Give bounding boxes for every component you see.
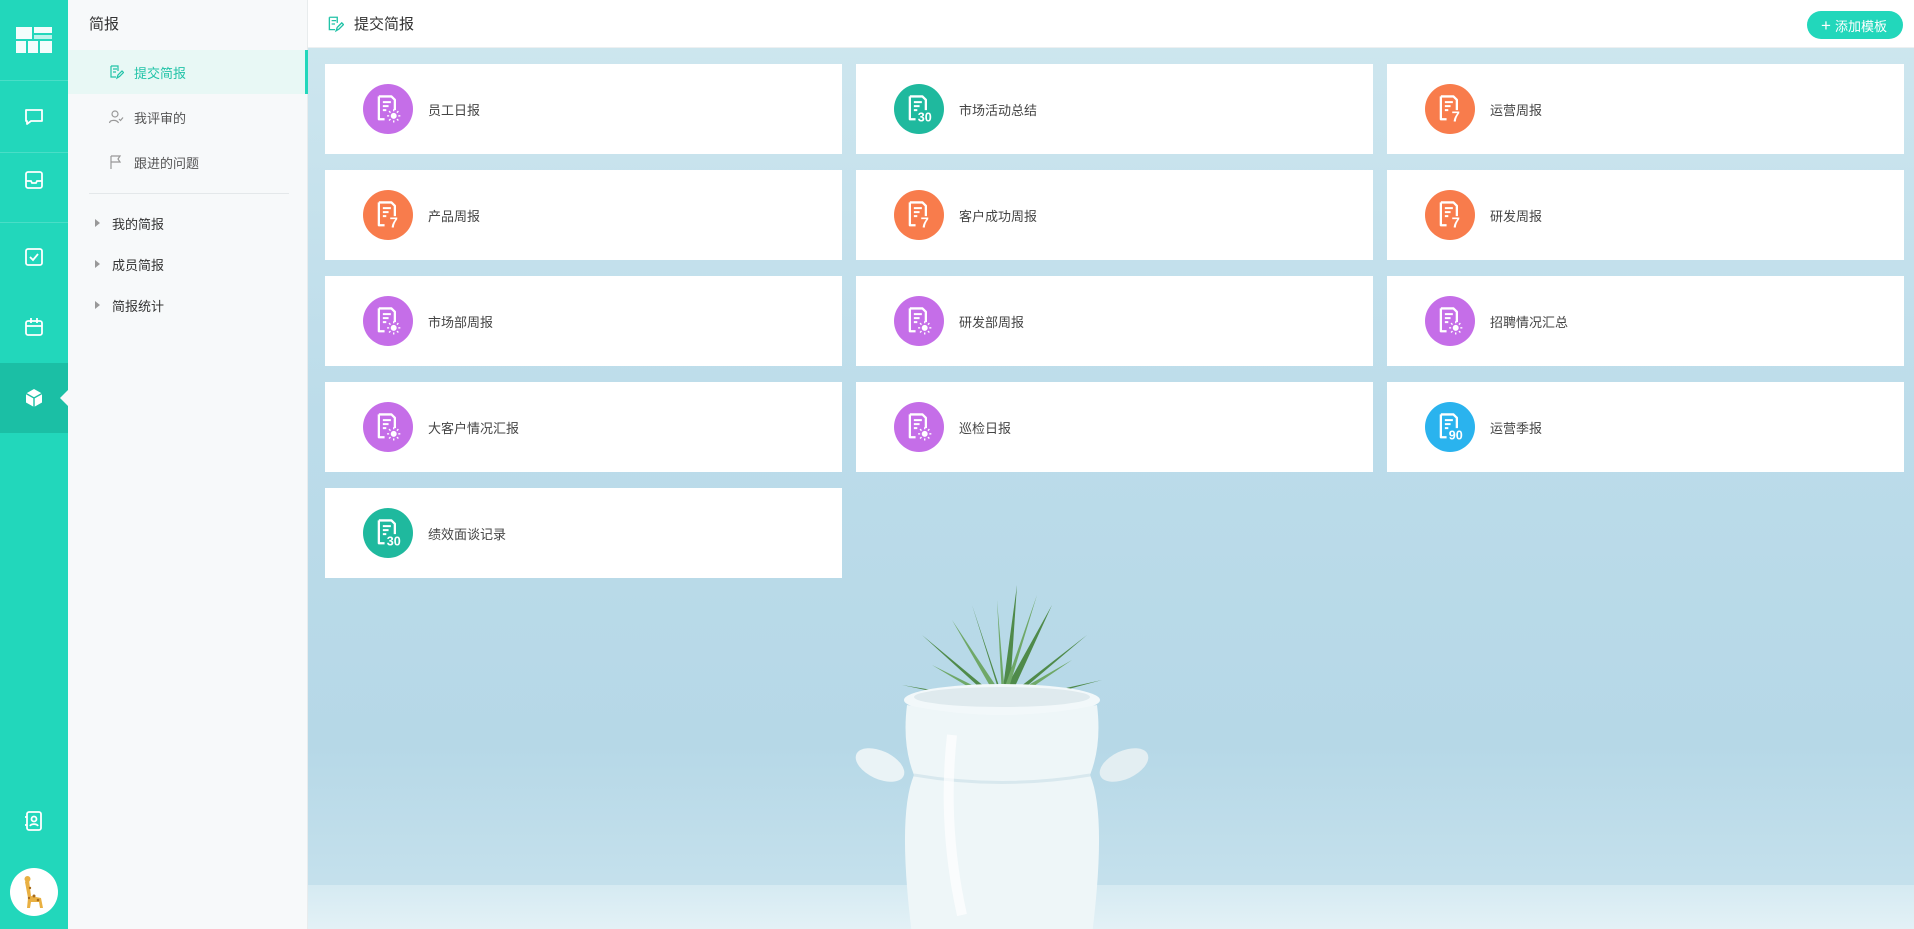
template-card-label: 招聘情况汇总 bbox=[1490, 315, 1569, 331]
template-card-label: 研发部周报 bbox=[959, 315, 1025, 331]
svg-text:7: 7 bbox=[1452, 216, 1460, 231]
page-title: 提交简报 bbox=[354, 15, 415, 33]
flag-icon bbox=[110, 155, 122, 169]
report-template-icon bbox=[1425, 296, 1475, 346]
chat-bubble-icon bbox=[25, 109, 43, 125]
report-template-icon bbox=[363, 296, 413, 346]
edit-doc-icon bbox=[328, 16, 344, 32]
report-template-icon: 7 bbox=[1425, 190, 1475, 240]
template-card[interactable]: 招聘情况汇总 bbox=[1387, 276, 1904, 366]
sidebar-item-submit[interactable]: 提交简报 bbox=[68, 50, 308, 94]
template-card[interactable]: 7 研发周报 bbox=[1387, 170, 1904, 260]
secondary-sidebar: 简报 提交简报 我评审的 跟进的问题 我的简报 成员简报 简报统计 bbox=[68, 0, 308, 929]
template-card[interactable]: 大客户情况汇报 bbox=[325, 382, 842, 472]
template-card-label: 客户成功周报 bbox=[959, 209, 1038, 225]
giraffe-avatar-icon bbox=[24, 876, 43, 908]
template-card-label: 市场部周报 bbox=[428, 315, 494, 331]
main-area: 提交简报 + 添加模板 员工日报 30 市场活动总结 7 运营周报 7 产品周报 7 客户成功周… bbox=[308, 0, 1914, 929]
template-card-label: 产品周报 bbox=[428, 209, 481, 225]
template-card[interactable]: 30 市场活动总结 bbox=[856, 64, 1373, 154]
report-template-icon bbox=[894, 402, 944, 452]
rail-chat[interactable] bbox=[0, 82, 68, 152]
template-card-label: 巡检日报 bbox=[959, 421, 1012, 437]
template-card[interactable]: 90 运营季报 bbox=[1387, 382, 1904, 472]
app-rail bbox=[0, 0, 68, 929]
caret-right-icon bbox=[95, 219, 100, 227]
contacts-icon bbox=[25, 811, 42, 831]
template-card[interactable]: 市场部周报 bbox=[325, 276, 842, 366]
plus-icon: + bbox=[1821, 15, 1831, 35]
template-card[interactable]: 30 绩效面谈记录 bbox=[325, 488, 842, 578]
sidebar-group-my-reports[interactable]: 我的简报 bbox=[68, 203, 308, 243]
rail-contacts[interactable] bbox=[0, 786, 68, 856]
report-template-icon: 7 bbox=[894, 190, 944, 240]
template-card-label: 市场活动总结 bbox=[959, 103, 1038, 119]
svg-text:7: 7 bbox=[921, 216, 929, 231]
check-square-icon bbox=[25, 248, 43, 266]
template-card-label: 研发周报 bbox=[1490, 209, 1543, 225]
sidebar-group-label: 我的简报 bbox=[112, 217, 165, 233]
svg-text:7: 7 bbox=[1452, 110, 1460, 125]
avatar[interactable] bbox=[10, 868, 58, 916]
sidebar-group-label: 简报统计 bbox=[112, 299, 165, 315]
svg-text:30: 30 bbox=[387, 535, 401, 549]
template-card-label: 大客户情况汇报 bbox=[428, 421, 520, 437]
rail-reports[interactable] bbox=[0, 363, 68, 433]
report-template-icon: 7 bbox=[363, 190, 413, 240]
sidebar-group-label: 成员简报 bbox=[112, 258, 165, 274]
template-card[interactable]: 员工日报 bbox=[325, 64, 842, 154]
sidebar-title: 简报 bbox=[89, 15, 120, 33]
rail-tasks[interactable] bbox=[0, 222, 68, 292]
report-template-icon bbox=[363, 84, 413, 134]
user-review-icon bbox=[108, 110, 124, 124]
inbox-icon bbox=[25, 171, 43, 189]
sidebar-item-label: 跟进的问题 bbox=[134, 156, 200, 172]
calendar-icon bbox=[25, 318, 43, 336]
report-template-icon: 30 bbox=[894, 84, 944, 134]
sidebar-divider bbox=[89, 193, 289, 194]
template-card-label: 运营季报 bbox=[1490, 421, 1543, 437]
template-card[interactable]: 7 运营周报 bbox=[1387, 64, 1904, 154]
svg-text:30: 30 bbox=[918, 111, 932, 125]
sidebar-item-reviewed[interactable]: 我评审的 bbox=[68, 95, 308, 139]
plant-pot-decoration-icon bbox=[855, 585, 1149, 929]
template-card[interactable]: 7 客户成功周报 bbox=[856, 170, 1373, 260]
sidebar-item-label: 提交简报 bbox=[134, 66, 187, 82]
template-card-label: 运营周报 bbox=[1490, 103, 1543, 119]
svg-text:7: 7 bbox=[390, 216, 398, 231]
add-template-label: 添加模板 bbox=[1834, 18, 1887, 34]
report-template-icon: 90 bbox=[1425, 402, 1475, 452]
sidebar-item-followed[interactable]: 跟进的问题 bbox=[68, 140, 308, 184]
caret-right-icon bbox=[95, 301, 100, 309]
sidebar-group-report-stats[interactable]: 简报统计 bbox=[68, 285, 308, 325]
report-template-icon bbox=[363, 402, 413, 452]
app-logo-icon[interactable] bbox=[0, 0, 68, 80]
template-card[interactable]: 7 产品周报 bbox=[325, 170, 842, 260]
cube-icon bbox=[25, 389, 43, 407]
template-card-label: 员工日报 bbox=[428, 103, 481, 119]
sidebar-group-member-reports[interactable]: 成员简报 bbox=[68, 244, 308, 284]
rail-calendar[interactable] bbox=[0, 292, 68, 362]
svg-text:90: 90 bbox=[1449, 429, 1463, 443]
report-template-icon: 30 bbox=[363, 508, 413, 558]
edit-doc-icon bbox=[110, 65, 124, 80]
rail-inbox[interactable] bbox=[0, 145, 68, 215]
add-template-button[interactable]: + 添加模板 bbox=[1807, 11, 1903, 39]
caret-right-icon bbox=[95, 260, 100, 268]
content-header: 提交简报 + 添加模板 bbox=[308, 0, 1914, 48]
template-card[interactable]: 巡检日报 bbox=[856, 382, 1373, 472]
template-card-label: 绩效面谈记录 bbox=[428, 527, 507, 543]
report-template-icon bbox=[894, 296, 944, 346]
template-card[interactable]: 研发部周报 bbox=[856, 276, 1373, 366]
report-template-icon: 7 bbox=[1425, 84, 1475, 134]
sidebar-item-label: 我评审的 bbox=[134, 111, 187, 127]
